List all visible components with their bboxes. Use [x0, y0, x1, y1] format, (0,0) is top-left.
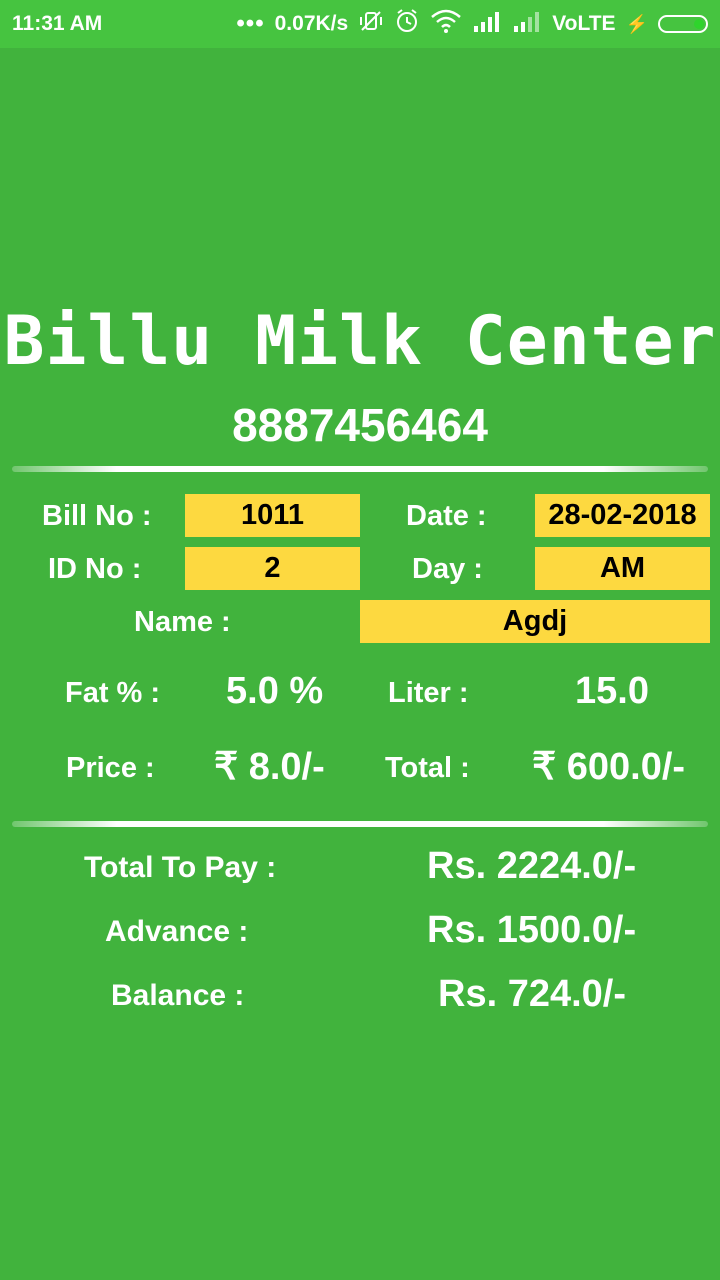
total-to-pay-label: Total To Pay : — [84, 851, 277, 884]
date-field: 28-02-2018 — [535, 494, 710, 537]
top-divider — [12, 466, 708, 472]
network-type: VoLTE — [552, 12, 616, 35]
battery-icon — [658, 15, 708, 33]
advance-label: Advance : — [105, 915, 249, 948]
liter-value: 15.0 — [575, 670, 649, 712]
alarm-icon — [394, 8, 420, 40]
fat-label: Fat % : — [65, 677, 161, 709]
price-value: ₹ 8.0/- — [214, 746, 325, 788]
status-bar: 11:31 AM ••• 0.07K/s VoLTE ⚡ — [0, 0, 720, 48]
total-value: ₹ 600.0/- — [532, 746, 686, 788]
bottom-divider — [12, 821, 708, 827]
name-field: Agdj — [360, 600, 710, 643]
day-field: AM — [535, 547, 710, 590]
shop-title: Billu Milk Center — [3, 302, 717, 381]
total-to-pay-value: Rs. 2224.0/- — [427, 845, 637, 887]
bill-no-label: Bill No : — [42, 500, 152, 532]
advance-value: Rs. 1500.0/- — [427, 909, 637, 951]
total-label: Total : — [385, 752, 470, 784]
balance-value: Rs. 724.0/- — [438, 973, 626, 1015]
status-time: 11:31 AM — [12, 12, 103, 35]
vibrate-off-icon — [358, 9, 384, 39]
charging-bolt-icon: ⚡ — [625, 13, 648, 34]
more-dots-icon: ••• — [236, 10, 265, 37]
shop-phone: 8887456464 — [232, 399, 488, 451]
day-label: Day : — [412, 553, 483, 585]
date-label: Date : — [406, 500, 487, 532]
status-icons: ••• 0.07K/s VoLTE ⚡ — [236, 8, 708, 40]
id-no-label: ID No : — [48, 553, 142, 585]
liter-label: Liter : — [388, 677, 469, 709]
network-speed: 0.07K/s — [274, 12, 349, 35]
signal-icon — [512, 10, 542, 38]
name-label: Name : — [134, 606, 231, 638]
id-no-field: 2 — [185, 547, 360, 590]
balance-label: Balance : — [111, 979, 245, 1012]
fat-value: 5.0 % — [226, 670, 324, 712]
signal-icon — [472, 10, 502, 38]
wifi-icon — [430, 9, 462, 39]
bill-no-field: 1011 — [185, 494, 360, 537]
price-label: Price : — [66, 752, 155, 784]
